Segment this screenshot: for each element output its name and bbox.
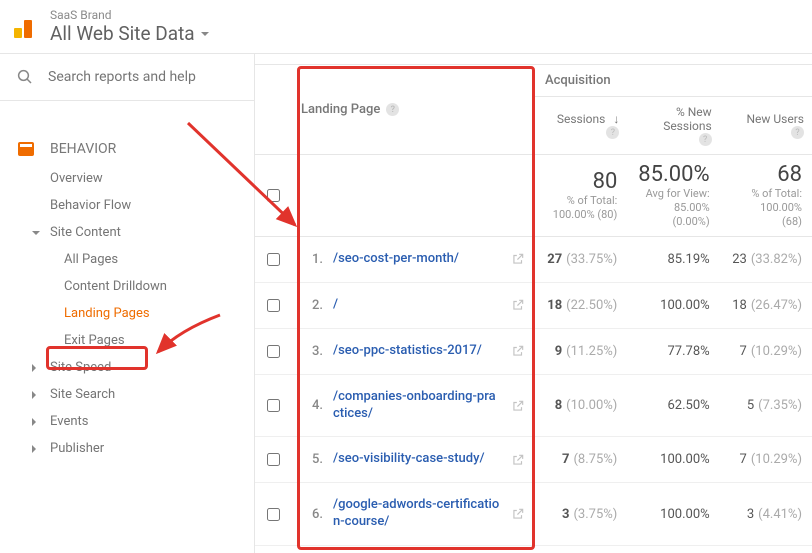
- row-checkbox[interactable]: [267, 453, 280, 466]
- search-icon: [16, 68, 34, 86]
- open-external-icon[interactable]: [511, 252, 525, 266]
- nav-item-overview[interactable]: Overview: [0, 165, 254, 192]
- chevron-down-icon: [32, 231, 40, 235]
- column-sessions[interactable]: Sessions↓?: [535, 97, 627, 154]
- landing-page-link[interactable]: /seo-visibility-case-study/: [329, 445, 505, 474]
- nav-item-publisher[interactable]: Publisher: [0, 435, 254, 462]
- table-row: 6./google-adwords-certification-course/3…: [255, 483, 812, 546]
- row-checkbox[interactable]: [267, 299, 280, 312]
- nav-item-content-drilldown[interactable]: Content Drilldown: [0, 273, 254, 300]
- table-row: 1./seo-cost-per-month/27(33.75%)85.19%23…: [255, 237, 812, 283]
- open-external-icon[interactable]: [511, 453, 525, 467]
- ga-logo: [14, 16, 36, 38]
- nav-item-landing-pages[interactable]: Landing Pages: [0, 300, 254, 327]
- table-row: 5./seo-visibility-case-study/7(8.75%)100…: [255, 437, 812, 483]
- landing-page-link[interactable]: /google-adwords-certification-course/: [329, 491, 505, 537]
- landing-page-link[interactable]: /seo-cost-per-month/: [329, 245, 505, 274]
- row-index: 2.: [301, 298, 323, 313]
- nav-item-behavior-flow[interactable]: Behavior Flow: [0, 192, 254, 219]
- chevron-right-icon: [32, 445, 36, 453]
- search-input[interactable]: [48, 69, 218, 85]
- open-external-icon[interactable]: [511, 344, 525, 358]
- summary-cell: 85.00%Avg for View:85.00%(0.00%): [627, 155, 719, 236]
- table-row: 4./companies-onboarding-practices/8(10.0…: [255, 375, 812, 438]
- summary-cell: 80% of Total:100.00% (80): [535, 155, 627, 236]
- row-index: 3.: [301, 344, 323, 359]
- help-icon[interactable]: ?: [791, 126, 804, 139]
- open-external-icon[interactable]: [511, 507, 525, 521]
- select-all-checkbox[interactable]: [267, 189, 280, 202]
- chevron-down-icon: [201, 32, 209, 36]
- landing-page-link[interactable]: /companies-onboarding-practices/: [329, 383, 505, 429]
- nav-item-site-speed[interactable]: Site Speed: [0, 354, 254, 381]
- row-index: 1.: [301, 252, 323, 267]
- nav-section-behavior[interactable]: BEHAVIOR: [0, 133, 254, 165]
- chevron-right-icon: [32, 391, 36, 399]
- landing-page-link[interactable]: /seo-ppc-statistics-2017/: [329, 337, 505, 366]
- help-icon[interactable]: ?: [699, 133, 712, 146]
- column--new-sessions[interactable]: % NewSessions?: [627, 97, 719, 154]
- chevron-right-icon: [32, 418, 36, 426]
- table-row: 2./18(22.50%)100.00%18(26.47%): [255, 283, 812, 329]
- account-name: SaaS Brand: [50, 8, 209, 22]
- summary-cell: 68% of Total:100.00%(68): [720, 155, 812, 236]
- chevron-right-icon: [32, 364, 36, 372]
- column-group-acquisition: Acquisition: [535, 65, 812, 97]
- open-external-icon[interactable]: [511, 298, 525, 312]
- row-checkbox[interactable]: [267, 508, 280, 521]
- nav-item-all-pages[interactable]: All Pages: [0, 246, 254, 273]
- column-new-users[interactable]: New Users?: [720, 97, 812, 154]
- table-row: 3./seo-ppc-statistics-2017/9(11.25%)77.7…: [255, 329, 812, 375]
- nav-item-site-content[interactable]: Site Content: [0, 219, 254, 246]
- nav-item-exit-pages[interactable]: Exit Pages: [0, 327, 254, 354]
- nav-item-events[interactable]: Events: [0, 408, 254, 435]
- row-index: 5.: [301, 452, 323, 467]
- sort-arrow-icon: ↓: [613, 112, 619, 126]
- property-selector[interactable]: SaaS Brand All Web Site Data: [50, 8, 209, 45]
- row-index: 4.: [301, 398, 323, 413]
- row-checkbox[interactable]: [267, 399, 280, 412]
- row-checkbox[interactable]: [267, 253, 280, 266]
- open-external-icon[interactable]: [511, 399, 525, 413]
- help-icon[interactable]: ?: [606, 126, 619, 139]
- help-icon[interactable]: ?: [386, 103, 399, 116]
- row-index: 6.: [301, 507, 323, 522]
- behavior-icon: [18, 142, 34, 156]
- nav-item-site-search[interactable]: Site Search: [0, 381, 254, 408]
- table-row: 7./advantages-value-base-pricing/2(2.50%…: [255, 546, 812, 553]
- landing-page-link[interactable]: /: [329, 291, 505, 320]
- column-landing-page[interactable]: Landing Page?: [291, 65, 535, 154]
- row-checkbox[interactable]: [267, 345, 280, 358]
- view-name: All Web Site Data: [50, 22, 195, 45]
